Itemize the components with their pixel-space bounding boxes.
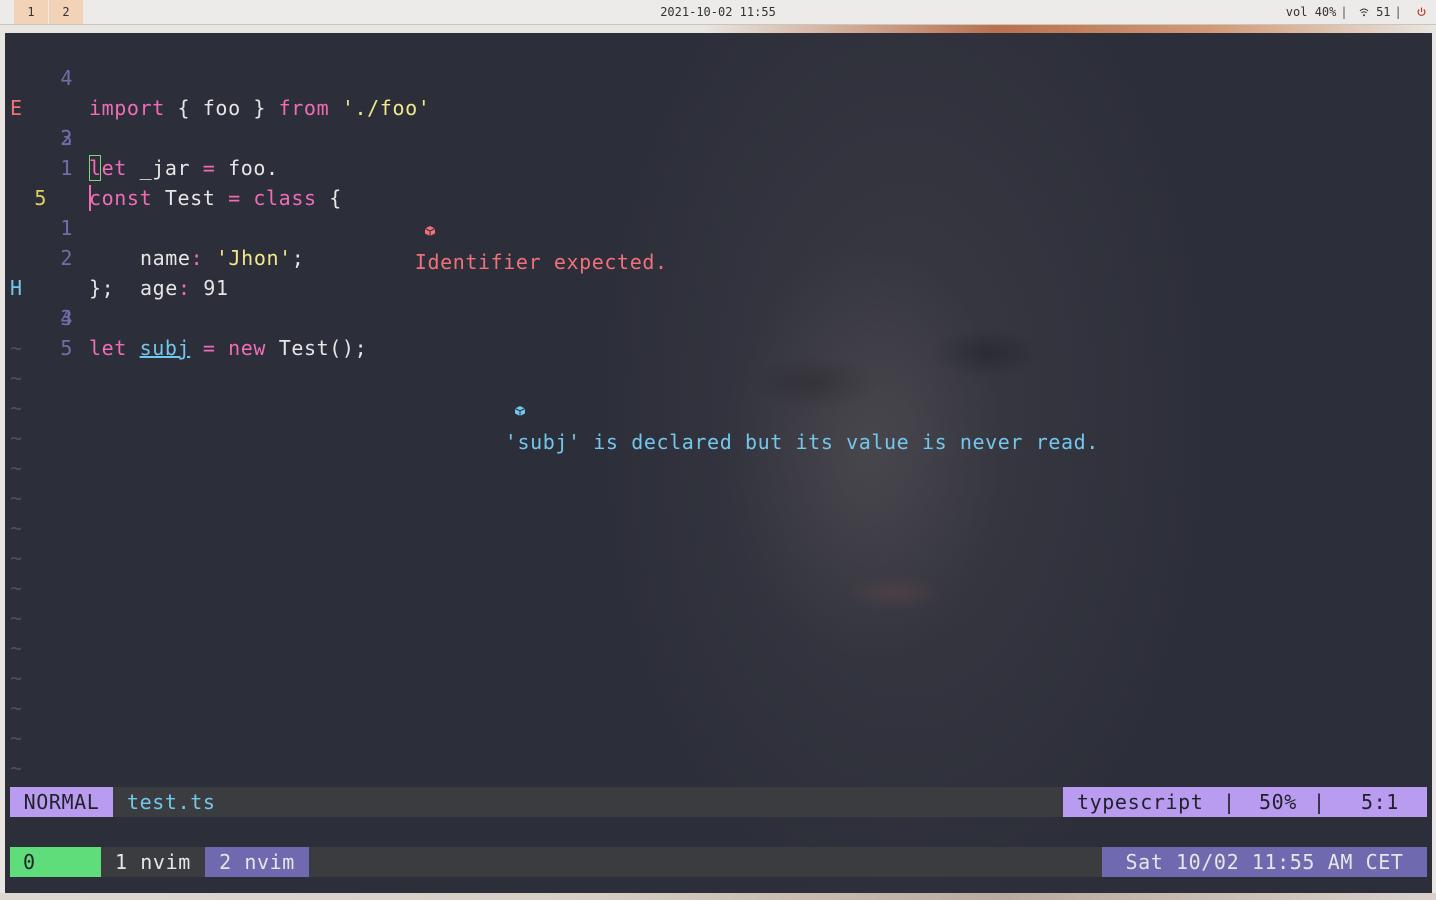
- code-line[interactable]: E 3 let _jar = foo. Identifier expected.: [5, 63, 1432, 274]
- empty-line-marker: ~: [5, 633, 1432, 663]
- empty-line-marker: ~: [5, 333, 1432, 363]
- code-line[interactable]: 1 age: 91: [5, 183, 1432, 300]
- wifi-strength: 51: [1376, 5, 1391, 19]
- top-clock: 2021-10-02 11:55: [660, 5, 776, 19]
- tilde: ~: [10, 456, 23, 480]
- empty-line-marker: ~: [5, 693, 1432, 723]
- system-tray: vol 40% | 51 |: [1286, 0, 1426, 24]
- wifi-icon: [1352, 5, 1376, 19]
- tilde: ~: [10, 666, 23, 690]
- separator: |: [1340, 5, 1348, 19]
- empty-line-marker: ~: [5, 603, 1432, 633]
- empty-line-marker: ~: [5, 513, 1432, 543]
- file-type: typescript: [1077, 790, 1204, 814]
- tmux-session[interactable]: 0: [10, 847, 101, 877]
- empty-line-marker: ~: [5, 723, 1432, 753]
- code-line[interactable]: 2 };: [5, 213, 1432, 300]
- code-line[interactable]: 5: [5, 303, 1432, 360]
- file-name: test.ts: [127, 790, 216, 814]
- text-cursor: [89, 155, 101, 181]
- git-change-marker: [89, 185, 91, 211]
- tilde: ~: [10, 486, 23, 510]
- code-line[interactable]: H 3 let subj = new Test(); 'subj' is dec…: [5, 243, 1432, 454]
- empty-line-marker: ~: [5, 483, 1432, 513]
- tilde: ~: [10, 516, 23, 540]
- power-icon[interactable]: [1410, 5, 1426, 19]
- code-line[interactable]: 2: [5, 93, 1432, 150]
- empty-line-marker: ~: [5, 363, 1432, 393]
- tilde: ~: [10, 726, 23, 750]
- tmux-clock: Sat 10/02 11:55 AM CET: [1102, 847, 1427, 877]
- separator: |: [1394, 5, 1402, 19]
- terminal-window[interactable]: 4 import { foo } from './foo' E 3 let _j…: [5, 33, 1432, 893]
- wallpaper-strip: [0, 893, 1436, 900]
- empty-line-marker: ~: [5, 453, 1432, 483]
- separator: |: [1223, 790, 1236, 814]
- tilde: ~: [10, 546, 23, 570]
- tilde: ~: [10, 636, 23, 660]
- code-line[interactable]: 1 const Test = class {: [5, 123, 1432, 210]
- volume-status[interactable]: vol 40%: [1286, 5, 1337, 19]
- tilde: ~: [10, 366, 23, 390]
- tilde: ~: [10, 606, 23, 630]
- empty-line-marker: ~: [5, 663, 1432, 693]
- tilde: ~: [10, 696, 23, 720]
- code-line-current[interactable]: 5 name: 'Jhon';: [5, 153, 1432, 270]
- empty-line-marker: ~: [5, 543, 1432, 573]
- tmux-window-2[interactable]: 2 nvim: [205, 847, 309, 877]
- neovim-buffer[interactable]: 4 import { foo } from './foo' E 3 let _j…: [5, 33, 1432, 783]
- tilde: ~: [10, 756, 23, 780]
- tilde: ~: [10, 396, 23, 420]
- code-line[interactable]: 4: [5, 273, 1432, 330]
- empty-line-marker: ~: [5, 573, 1432, 603]
- cursor-position: 5:1: [1361, 790, 1399, 814]
- empty-line-marker: ~: [5, 753, 1432, 783]
- tmux-window-1[interactable]: 1 nvim: [115, 847, 191, 877]
- tmux-status-bar: 0 1 nvim 2 nvim Sat 10/02 11:55 AM CET: [10, 847, 1427, 877]
- tilde: ~: [10, 336, 23, 360]
- empty-line-marker: ~: [5, 423, 1432, 453]
- tilde: ~: [10, 426, 23, 450]
- empty-line-marker: ~: [5, 393, 1432, 423]
- code-line[interactable]: 4 import { foo } from './foo': [5, 33, 1432, 120]
- separator: |: [1313, 790, 1326, 814]
- file-info: typescript | 50% | 5:1: [1063, 787, 1427, 817]
- tilde: ~: [10, 576, 23, 600]
- top-bar: 1 2 2021-10-02 11:55 vol 40% | 51 |: [0, 0, 1436, 25]
- status-line: NORMAL test.ts typescript | 50% | 5:1: [10, 787, 1427, 817]
- mode-indicator: NORMAL: [10, 787, 113, 817]
- scroll-percent: 50%: [1259, 790, 1297, 814]
